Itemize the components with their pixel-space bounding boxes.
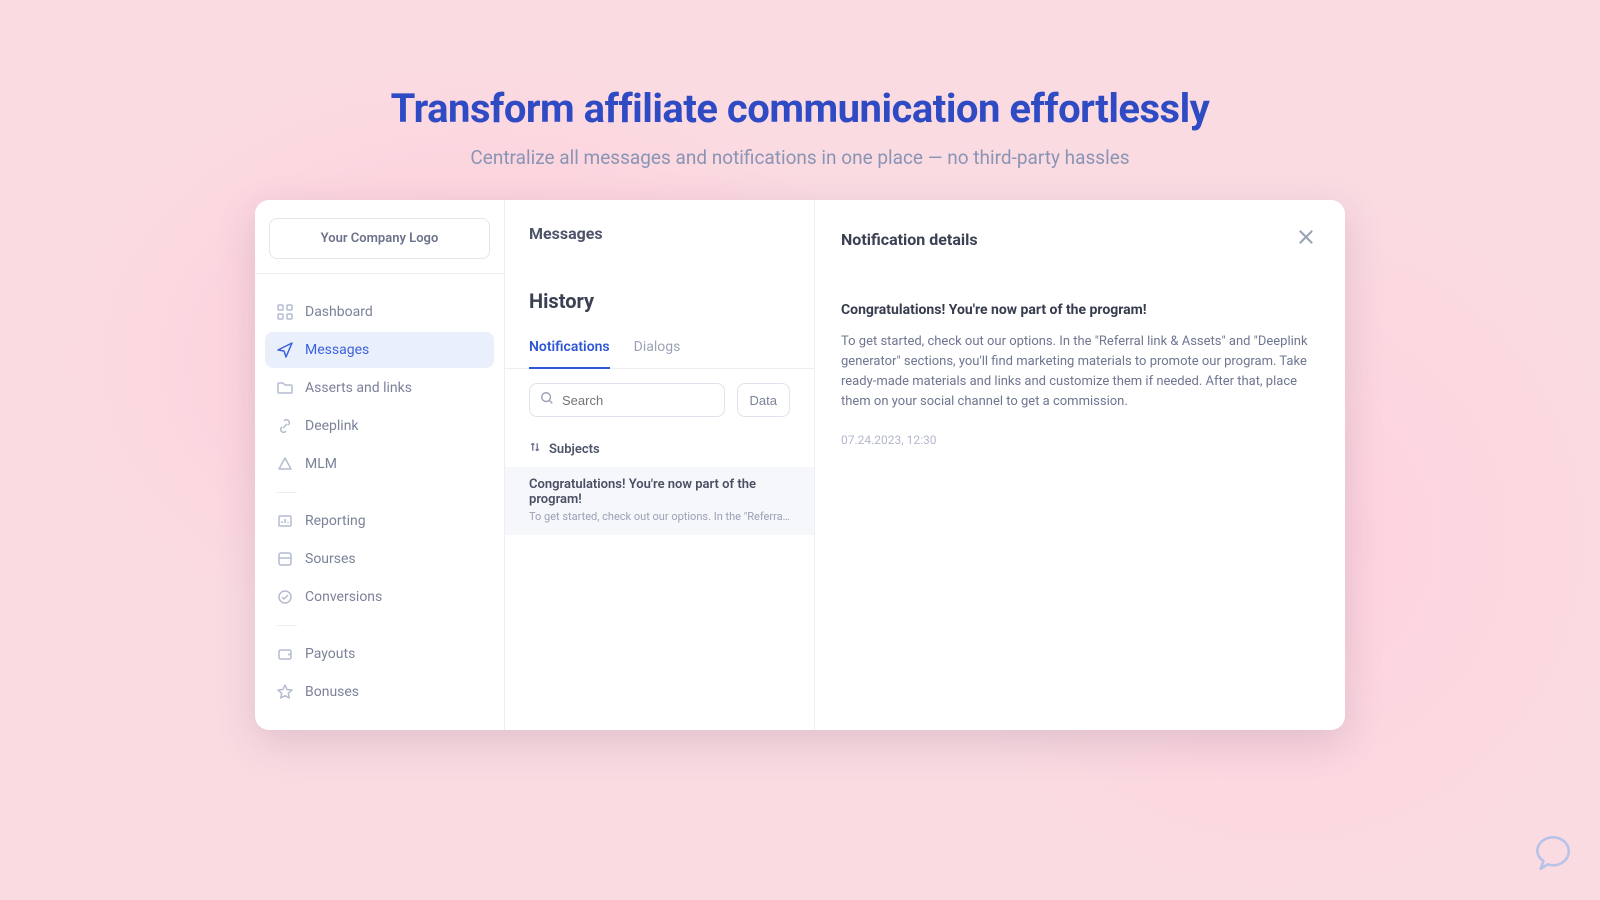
sidebar-item-label: Bonuses [305, 684, 359, 700]
tabs: Notifications Dialogs [505, 339, 814, 369]
tab-dialogs[interactable]: Dialogs [634, 339, 681, 369]
wallet-icon [277, 646, 293, 662]
sidebar-item-label: Sourses [305, 551, 356, 567]
search-input[interactable] [562, 393, 714, 408]
hero: Transform affiliate communication effort… [0, 85, 1600, 169]
data-button[interactable]: Data [737, 383, 790, 417]
sidebar-item-sources[interactable]: Sourses [265, 541, 494, 577]
sidebar-item-dashboard[interactable]: Dashboard [265, 294, 494, 330]
sidebar-item-mlm[interactable]: MLM [265, 446, 494, 482]
app-window: Your Company Logo Dashboard Messages [255, 200, 1345, 730]
sidebar-item-bonuses[interactable]: Bonuses [265, 674, 494, 710]
detail-header-title: Notification details [841, 230, 978, 249]
detail-header: Notification details [841, 224, 1319, 254]
notification-date: 07.24.2023, 12:30 [841, 433, 1319, 447]
sidebar-item-label: Reporting [305, 513, 366, 529]
list-item-title: Congratulations! You're now part of the … [529, 477, 790, 507]
hero-title: Transform affiliate communication effort… [0, 85, 1600, 132]
sidebar: Your Company Logo Dashboard Messages [255, 200, 505, 730]
grid-icon [277, 304, 293, 320]
sort-icon [529, 441, 541, 457]
link-icon [277, 418, 293, 434]
star-icon [277, 684, 293, 700]
sidebar-nav: Dashboard Messages Asserts and links Dee… [255, 274, 504, 712]
sidebar-item-label: Dashboard [305, 304, 373, 320]
column-header[interactable]: Subjects [505, 431, 814, 467]
page-title: Messages [505, 224, 814, 243]
sidebar-item-label: Messages [305, 342, 369, 358]
chart-icon [277, 513, 293, 529]
company-logo: Your Company Logo [269, 218, 490, 259]
folder-icon [277, 380, 293, 396]
sidebar-item-label: Payouts [305, 646, 355, 662]
notification-body: To get started, check out our options. I… [841, 332, 1319, 413]
hero-subtitle: Centralize all messages and notification… [0, 146, 1600, 169]
send-icon [277, 342, 293, 358]
sidebar-item-label: MLM [305, 456, 337, 472]
sidebar-item-conversions[interactable]: Conversions [265, 579, 494, 615]
close-button[interactable] [1293, 224, 1319, 254]
sidebar-item-label: Conversions [305, 589, 382, 605]
triangle-icon [277, 456, 293, 472]
section-title: History [505, 289, 814, 313]
brand-mark-icon [1532, 832, 1574, 878]
refresh-icon [277, 589, 293, 605]
sidebar-item-label: Deeplink [305, 418, 359, 434]
sidebar-item-deeplink[interactable]: Deeplink [265, 408, 494, 444]
sidebar-item-payouts[interactable]: Payouts [265, 636, 494, 672]
sidebar-item-assets[interactable]: Asserts and links [265, 370, 494, 406]
layers-icon [277, 551, 293, 567]
search-box[interactable] [529, 383, 725, 417]
sidebar-item-label: Asserts and links [305, 380, 412, 396]
detail-panel: Notification details Congratulations! Yo… [815, 200, 1345, 730]
search-icon [540, 391, 554, 409]
tab-notifications[interactable]: Notifications [529, 339, 610, 369]
notification-title: Congratulations! You're now part of the … [841, 302, 1319, 318]
list-item-preview: To get started, check out our options. I… [529, 510, 790, 523]
toolbar: Data [505, 369, 814, 431]
logo-container: Your Company Logo [269, 218, 490, 259]
sidebar-item-reporting[interactable]: Reporting [265, 503, 494, 539]
column-header-label: Subjects [549, 442, 600, 457]
sidebar-item-messages[interactable]: Messages [265, 332, 494, 368]
center-column: Messages History Notifications Dialogs D… [505, 200, 815, 730]
list-item[interactable]: Congratulations! You're now part of the … [505, 467, 814, 535]
